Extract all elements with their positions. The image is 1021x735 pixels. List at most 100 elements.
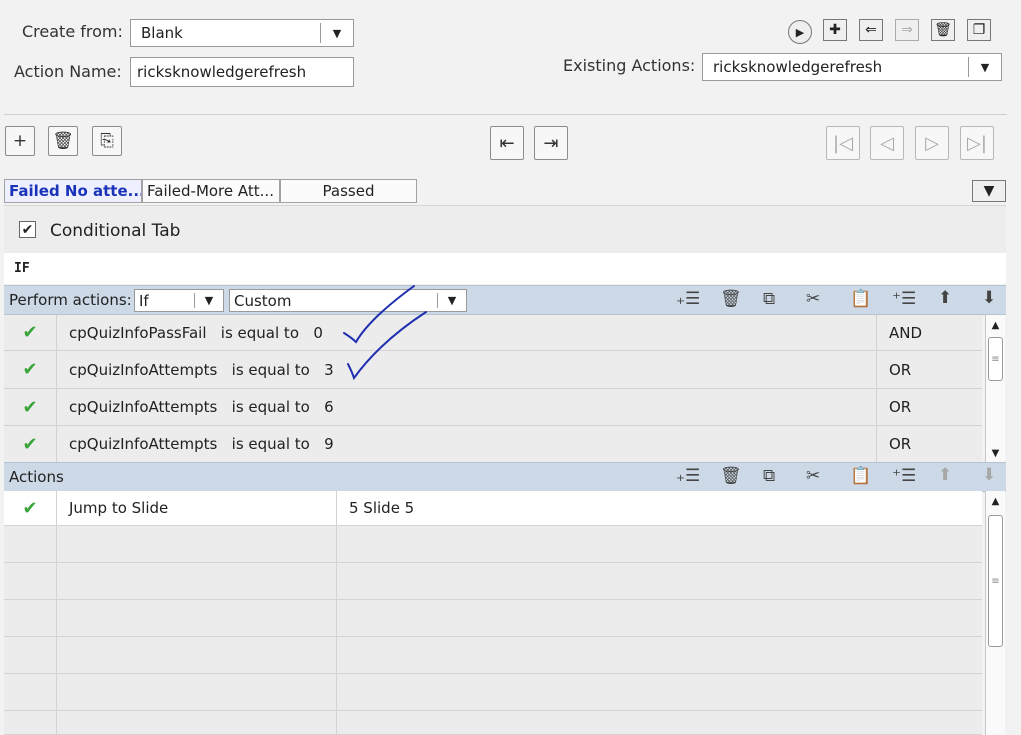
insert-below-icon[interactable]: ⁺☰ [892,466,916,486]
preview-play-icon[interactable]: ▶ [788,20,812,44]
insert-condition-icon[interactable]: ₊☰ [676,289,700,309]
scroll-up-arrow-icon[interactable]: ▲ [986,317,1005,333]
move-down-arrow-icon[interactable]: ⬇ [982,465,996,485]
empty-cell [4,526,57,562]
create-from-select[interactable]: Blank ▼ [130,19,354,47]
move-down-arrow-icon[interactable]: ⬇ [982,288,996,308]
action-type[interactable] [57,526,337,562]
duplicate-action-icon[interactable]: ❐ [967,19,991,41]
chevron-down-icon[interactable]: ▼ [320,23,353,43]
import-icon[interactable]: ⇐ [859,19,883,41]
move-up-arrow-icon[interactable]: ⬆ [938,288,952,308]
previous-tab-icon[interactable]: ◁ [870,126,904,160]
action-type[interactable] [57,563,337,599]
paste-icon[interactable]: 📋 [850,289,871,309]
scroll-thumb[interactable]: ≡ [988,515,1003,647]
condition-logic[interactable]: OR [877,361,911,379]
check-icon: ✔ [4,315,57,350]
chevron-down-icon[interactable]: ▼ [968,57,1001,77]
trash-icon[interactable]: 🗑 [720,289,742,309]
delete-action-icon[interactable]: 🗑 [931,19,955,41]
condition-logic[interactable]: OR [877,398,911,416]
scroll-up-arrow-icon[interactable]: ▲ [986,493,1005,509]
move-tab-left-icon[interactable]: ⇤ [490,126,524,160]
action-type[interactable] [57,600,337,636]
add-action-icon[interactable]: ✚ [823,19,847,41]
condition-row[interactable]: ✔ cpQuizInfoAttempts is equal to 9 OR [4,426,982,463]
existing-actions-select[interactable]: ricksknowledgerefresh ▼ [702,53,1002,81]
chevron-down-icon[interactable]: ▼ [437,293,466,308]
scroll-thumb[interactable]: ≡ [988,337,1003,381]
tab-failed-no-attempts[interactable]: Failed No atte... [4,179,142,203]
condition-logic[interactable]: OR [877,435,911,453]
copy-icon[interactable]: ⧉ [763,466,775,486]
if-label: IF [14,261,30,276]
action-row[interactable] [4,600,982,637]
cut-icon[interactable]: ✂ [806,466,820,486]
action-row[interactable] [4,637,982,674]
tab-failed-more-attempts[interactable]: Failed-More Att... [142,179,280,203]
conditional-tab-label: Conditional Tab [50,221,181,241]
action-target[interactable] [337,563,982,599]
condition-row[interactable]: ✔ cpQuizInfoAttempts is equal to 6 OR [4,389,982,426]
check-icon: ✔ [4,491,57,525]
action-target[interactable] [337,600,982,636]
action-target[interactable] [337,711,982,734]
insert-action-icon[interactable]: ₊☰ [676,466,700,486]
move-tab-right-icon[interactable]: ⇥ [534,126,568,160]
condition-variable: cpQuizInfoAttempts [69,435,218,453]
insert-below-icon[interactable]: ⁺☰ [892,289,916,309]
tab-passed[interactable]: Passed [280,179,417,203]
condition-value: 9 [324,435,334,453]
action-type[interactable] [57,711,337,734]
chevron-down-icon[interactable]: ▼ [194,293,223,308]
action-type[interactable] [57,637,337,673]
tab-label: Failed-More Att... [147,182,274,200]
condition-logic[interactable]: AND [877,324,922,342]
action-target[interactable]: 5 Slide 5 [337,491,982,525]
action-type[interactable]: Jump to Slide [57,491,337,525]
action-row[interactable]: ✔ Jump to Slide 5 Slide 5 [4,491,982,526]
action-row[interactable] [4,563,982,600]
action-target[interactable] [337,526,982,562]
first-tab-icon[interactable]: |◁ [826,126,860,160]
copy-icon[interactable]: ⧉ [763,289,775,309]
conditions-scrollbar[interactable]: ▲ ≡ ▼ [985,315,1005,463]
action-row[interactable] [4,526,982,563]
condition-value: 0 [313,323,323,342]
condition-expression: cpQuizInfoAttempts is equal to 6 [57,389,877,425]
tabs-overflow-chevron-down-icon[interactable]: ▼ [972,180,1006,202]
condition-operator: is equal to [220,323,299,342]
move-up-arrow-icon[interactable]: ⬆ [938,465,952,485]
action-row[interactable] [4,711,982,735]
scroll-down-arrow-icon[interactable]: ▼ [986,445,1005,461]
cut-icon[interactable]: ✂ [806,289,820,309]
conditional-tab-checkbox[interactable]: ✔ [19,221,36,238]
copy-tab-icon[interactable]: ⎘ [92,126,122,156]
perform-mode-select[interactable]: If ▼ [134,289,224,312]
next-tab-icon[interactable]: ▷ [915,126,949,160]
export-icon[interactable]: ⇒ [895,19,919,41]
action-row[interactable] [4,674,982,711]
condition-variable: cpQuizInfoAttempts [69,398,218,416]
actions-scrollbar[interactable]: ▲ ≡ [985,491,1005,735]
action-target[interactable] [337,674,982,710]
condition-operator: is equal to [231,360,310,379]
trash-icon[interactable]: 🗑 [720,466,742,486]
existing-actions-label: Existing Actions: [563,56,696,75]
empty-cell [4,563,57,599]
condition-row[interactable]: ✔ cpQuizInfoAttempts is equal to 3 OR [4,351,982,389]
condition-row[interactable]: ✔ cpQuizInfoPassFail is equal to 0 AND [4,315,982,351]
add-tab-icon[interactable]: + [5,126,35,156]
empty-cell [4,600,57,636]
action-target[interactable] [337,637,982,673]
paste-icon[interactable]: 📋 [850,466,871,486]
trash-icon[interactable]: 🗑 [48,126,78,156]
action-type[interactable] [57,674,337,710]
action-name-input[interactable] [130,57,354,87]
perform-mode-value: If [139,291,149,310]
empty-cell [4,711,57,734]
handwritten-checkmark-annotation [343,285,427,381]
last-tab-icon[interactable]: ▷| [960,126,994,160]
existing-actions-value: ricksknowledgerefresh [713,58,883,76]
